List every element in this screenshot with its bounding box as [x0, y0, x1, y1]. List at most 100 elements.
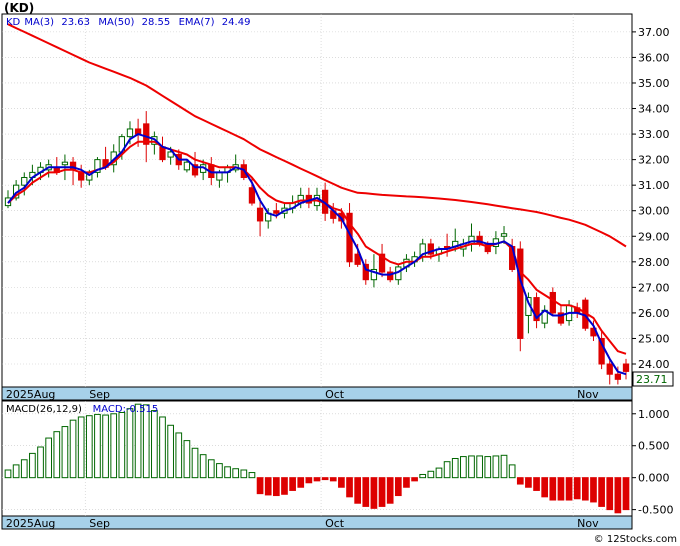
legend-entry: 28.55	[142, 17, 171, 28]
price-tick-label: 37.00	[638, 26, 670, 39]
macd-bar	[386, 477, 394, 504]
price-tick-label: 25.00	[638, 332, 670, 345]
macd-bar	[272, 477, 280, 497]
price-tick-label: 33.00	[638, 128, 670, 141]
current-price-label: 23.71	[636, 373, 668, 386]
macd-bar	[256, 477, 264, 495]
macd-bar	[167, 424, 174, 479]
x-label-price: Oct	[325, 388, 345, 401]
macd-bar	[118, 412, 126, 479]
candle-body	[216, 171, 223, 181]
candle-body	[61, 161, 69, 166]
macd-bar	[240, 469, 248, 479]
price-tick-label: 27.00	[638, 281, 670, 294]
price-tick-label: 30.00	[638, 205, 670, 218]
candle-body	[622, 363, 630, 372]
macd-bar	[362, 477, 370, 507]
legend-entry: KD	[6, 17, 21, 28]
macd-bar	[53, 431, 61, 479]
macd-bar	[590, 477, 597, 503]
macd-bar	[289, 477, 296, 491]
candle-body	[500, 233, 508, 237]
macd-bar	[435, 467, 443, 479]
macd-bar	[557, 477, 565, 501]
stock-chart: 24.00 25.00 26.00 27.00 28.00 29.00 30.00 31.00…	[1, 1, 677, 545]
x-label-macd: Nov	[577, 517, 599, 530]
macd-tick-label: 1.000	[638, 408, 670, 421]
macd-bar	[476, 455, 483, 479]
legend-entry: 23.63	[61, 17, 90, 28]
price-tick-label: 36.00	[638, 51, 670, 64]
macd-bar	[85, 415, 93, 479]
macd-bar	[248, 472, 256, 479]
macd-bar	[346, 477, 353, 498]
macd-bar	[151, 410, 158, 479]
legend-entry: MA(50)	[98, 17, 134, 28]
macd-bar	[134, 403, 142, 479]
macd-bar	[224, 466, 231, 479]
macd-bar	[29, 452, 36, 479]
macd-bar	[598, 477, 605, 507]
macd-bar	[427, 470, 435, 479]
macd-bar	[508, 464, 516, 479]
macd-bar	[12, 464, 20, 479]
legend-entry: 24.49	[222, 17, 251, 28]
macd-bar	[329, 477, 337, 482]
candle-body	[606, 363, 613, 375]
price-tick-label: 34.00	[638, 103, 670, 116]
x-label-macd: 2025Aug	[6, 517, 55, 530]
macd-bar	[492, 455, 500, 479]
x-label-price: 2025Aug	[6, 388, 55, 401]
macd-bar	[175, 432, 183, 479]
macd-bar	[142, 404, 150, 479]
legend-entry: MACD(26,12,9)	[6, 404, 82, 415]
macd-bar	[565, 477, 573, 501]
x-label-price: Nov	[577, 388, 599, 401]
macd-bar	[500, 454, 508, 479]
macd-bar	[533, 477, 540, 491]
price-tick-label: 29.00	[638, 230, 670, 243]
macd-axis: 1.000 0.500 0.000 -0.500	[632, 408, 673, 517]
macd-bar	[37, 446, 44, 479]
macd-bar	[45, 437, 53, 479]
macd-tick-label: 0.500	[638, 440, 670, 453]
candle-body	[78, 171, 85, 181]
macd-bar	[4, 469, 12, 479]
macd-bar	[614, 477, 622, 514]
macd-bar	[94, 413, 101, 479]
chart-title: (KD)	[4, 1, 34, 15]
macd-bar	[313, 477, 321, 482]
macd-bar	[378, 477, 386, 507]
macd-bar	[581, 477, 589, 501]
macd-bar	[419, 473, 427, 479]
macd-bar	[354, 477, 362, 504]
candle-body	[248, 187, 256, 204]
macd-bar	[216, 463, 223, 479]
macd-bar	[20, 459, 28, 479]
macd-bar	[297, 477, 305, 488]
candle-body	[273, 210, 280, 214]
macd-bar	[451, 458, 459, 479]
x-label-price: Sep	[89, 388, 110, 401]
macd-bar	[61, 426, 69, 479]
macd-bar	[622, 477, 630, 511]
candle-body	[256, 207, 264, 222]
macd-bar	[468, 455, 475, 479]
macd-bar	[321, 477, 329, 481]
price-tick-label: 31.00	[638, 179, 670, 192]
candle-body	[549, 291, 556, 314]
macd-bar	[126, 408, 134, 479]
macd-tick-label: -0.500	[638, 504, 673, 517]
legend-entry: MACD:-0.515	[93, 404, 159, 415]
legend-entry: MA(3)	[24, 17, 54, 28]
macd-bar	[443, 461, 451, 479]
x-label-macd: Sep	[89, 517, 110, 530]
macd-bar	[573, 477, 581, 500]
macd-bar	[281, 477, 288, 495]
macd-bar	[549, 477, 557, 501]
macd-bar	[232, 468, 240, 479]
price-tick-label: 32.00	[638, 154, 670, 167]
macd-bar	[199, 454, 207, 479]
price-tick-label: 35.00	[638, 77, 670, 90]
macd-bar	[411, 477, 418, 482]
